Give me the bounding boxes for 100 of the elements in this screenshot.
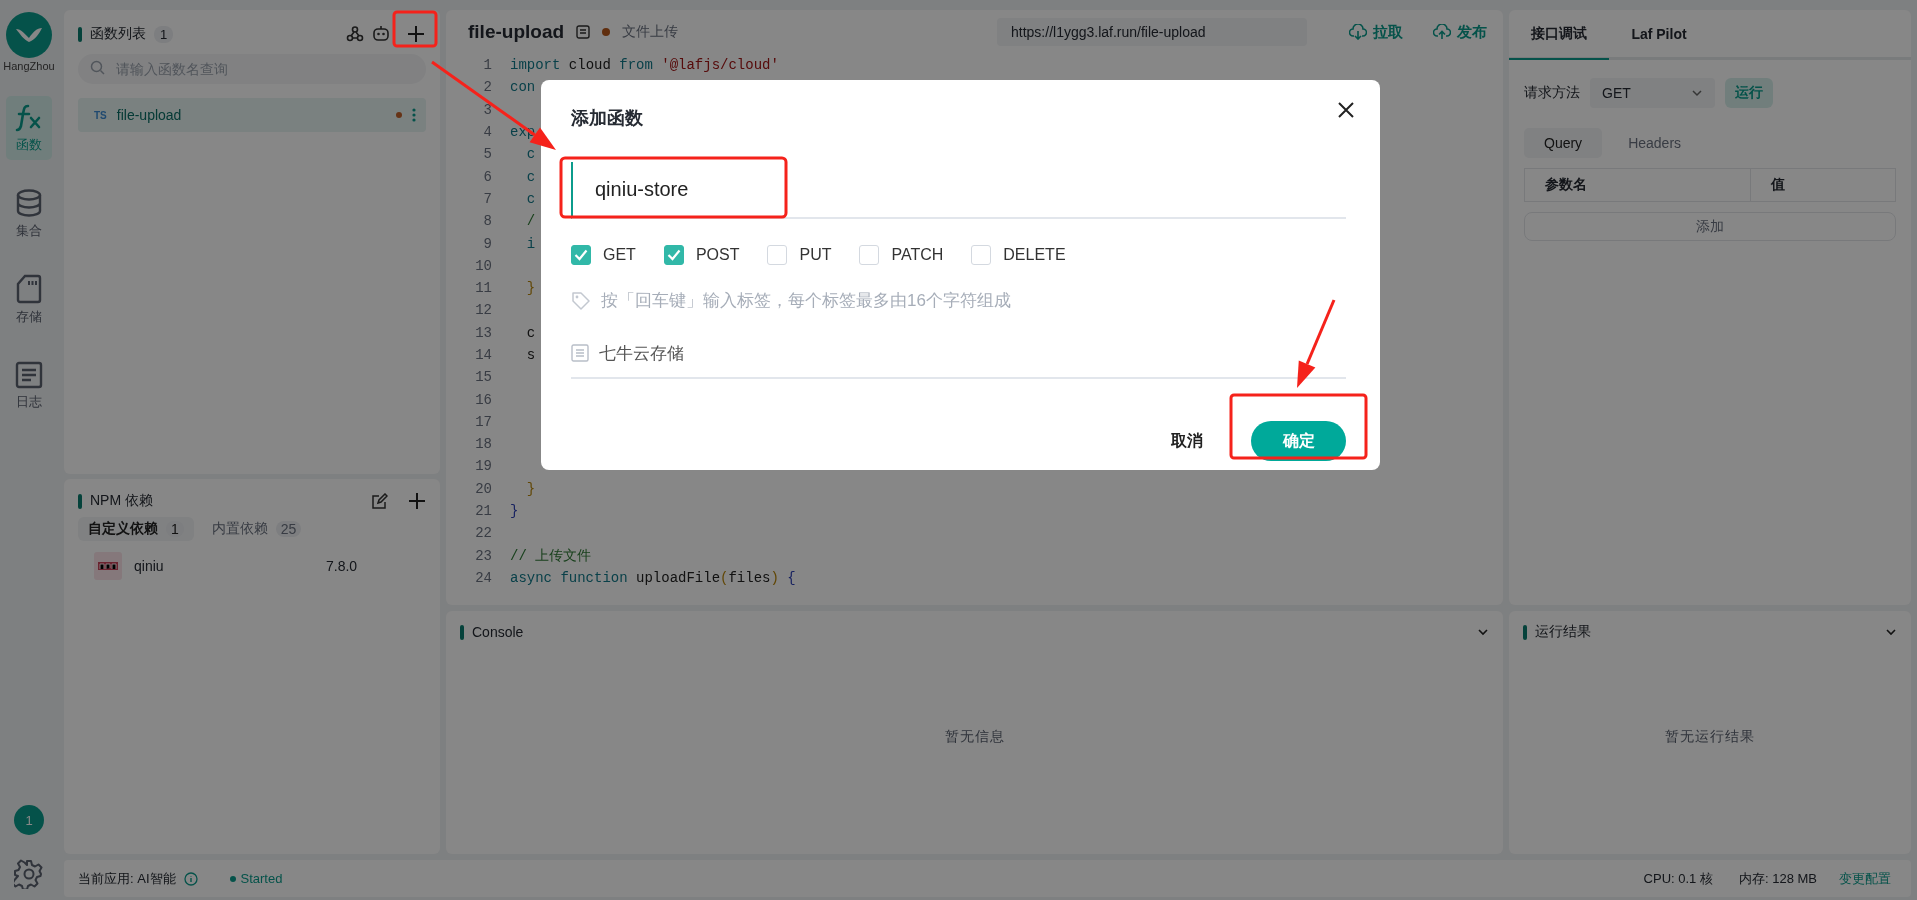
- url-field[interactable]: https://l1ygg3.laf.run/file-upload: [997, 18, 1307, 46]
- npm-icon: [94, 552, 122, 580]
- nav-item[interactable]: 函数: [6, 96, 52, 160]
- checkbox[interactable]: [663, 245, 684, 265]
- line-number: 2: [482, 79, 492, 96]
- code-line: }: [525, 280, 536, 297]
- nav-item[interactable]: 存储: [6, 268, 52, 332]
- package-name: qiniu: [134, 558, 165, 574]
- document-icon: [15, 361, 43, 389]
- param-tab[interactable]: Query: [1524, 128, 1603, 158]
- cpu-usage: CPU: 0.1 核: [1643, 869, 1713, 888]
- checkbox-label: PUT: [799, 246, 832, 264]
- chevron-down-icon[interactable]: [1885, 628, 1897, 636]
- function-name: file-upload: [116, 107, 183, 123]
- code-line: c: [525, 168, 536, 185]
- line-number: 9: [482, 235, 492, 252]
- nav-item[interactable]: 日志: [6, 354, 52, 418]
- panel-title: Console: [472, 624, 524, 640]
- code-line: import cloud from '@lafjs/cloud': [510, 57, 779, 74]
- column-header: 参数名: [1544, 175, 1588, 194]
- line-number: 23: [474, 547, 492, 564]
- checkbox[interactable]: [859, 245, 880, 265]
- checkbox-label: POST: [695, 246, 740, 264]
- add-icon[interactable]: [406, 24, 426, 44]
- chevron-down-icon[interactable]: [1477, 628, 1489, 636]
- empty-message: 暂无运行结果: [1665, 727, 1755, 746]
- line-number: 3: [482, 101, 492, 118]
- language-tag: TS: [94, 109, 107, 121]
- line-number: 10: [474, 257, 492, 274]
- cloud-upload-icon: [1433, 24, 1451, 40]
- nav-item[interactable]: 集合: [6, 182, 52, 246]
- close-icon[interactable]: [1338, 102, 1354, 118]
- empty-message: 暂无信息: [944, 727, 1005, 746]
- line-number: 6: [482, 168, 492, 185]
- package-version: 7.8.0: [326, 558, 358, 574]
- pull-button[interactable]: 拉取: [1349, 22, 1403, 42]
- tag-icon: [571, 291, 591, 311]
- sd-card-icon: [16, 274, 42, 304]
- checkbox-label: GET: [603, 246, 636, 264]
- robot-icon[interactable]: [372, 25, 390, 43]
- add-button[interactable]: 添加: [1524, 212, 1896, 241]
- cloud-download-icon: [1349, 24, 1367, 40]
- location-label: HangZhou: [3, 60, 55, 72]
- function-description: 文件上传: [622, 23, 679, 41]
- code-line: s: [525, 347, 536, 363]
- edit-icon[interactable]: [371, 492, 388, 510]
- line-number: 16: [474, 391, 492, 408]
- code-line: c: [525, 146, 536, 163]
- checkbox[interactable]: [767, 245, 788, 265]
- line-number: 20: [474, 480, 492, 497]
- column-header: 值: [1750, 169, 1895, 201]
- method-select[interactable]: GET: [1590, 78, 1715, 108]
- code-line: c: [525, 324, 536, 341]
- code-line: c: [525, 190, 536, 207]
- panel-tab[interactable]: 接口调试: [1509, 10, 1609, 60]
- more-icon[interactable]: [412, 108, 416, 122]
- function-item[interactable]: TS file-upload: [78, 98, 426, 132]
- panel-tab[interactable]: Laf Pilot: [1609, 10, 1709, 60]
- notification-badge[interactable]: 1: [14, 805, 44, 835]
- checkbox[interactable]: [971, 245, 992, 265]
- info-icon[interactable]: [183, 871, 198, 886]
- line-number: 17: [474, 413, 492, 430]
- line-number: 18: [474, 436, 492, 453]
- document-icon[interactable]: [576, 25, 591, 39]
- dependency-tab[interactable]: 自定义依赖 1: [78, 517, 194, 541]
- dependency-tab[interactable]: 内置依赖 25: [201, 517, 312, 541]
- line-number: 19: [474, 458, 492, 475]
- checkbox-label: PATCH: [891, 246, 944, 264]
- line-number: 12: [474, 302, 492, 319]
- name-field[interactable]: qiniu-store: [571, 162, 1346, 219]
- line-number: 24: [474, 569, 492, 586]
- line-number: 8: [482, 213, 492, 230]
- line-number: 5: [482, 146, 492, 163]
- field-label: 请求方法: [1524, 84, 1580, 102]
- code-line: }: [510, 503, 519, 520]
- webhook-icon[interactable]: [346, 25, 364, 43]
- code-line: }: [525, 480, 536, 497]
- param-tab[interactable]: Headers: [1608, 128, 1702, 158]
- panel-title: 函数列表: [90, 25, 146, 43]
- config-link[interactable]: 变更配置: [1839, 869, 1891, 888]
- highlight-box: [392, 10, 438, 48]
- line-number: 4: [482, 124, 492, 141]
- logo-icon: [6, 12, 52, 58]
- line-number: 1: [482, 57, 492, 74]
- code-line: // 上传文件: [510, 546, 592, 565]
- line-number: 15: [474, 369, 492, 386]
- document-icon: [571, 344, 589, 362]
- line-number: 7: [482, 190, 492, 207]
- line-number: 22: [474, 525, 492, 542]
- settings-icon[interactable]: [14, 859, 44, 889]
- confirm-button[interactable]: 确定: [1251, 421, 1346, 461]
- checkbox[interactable]: [571, 245, 591, 265]
- run-button[interactable]: 运行: [1725, 78, 1773, 108]
- cancel-button[interactable]: 取消: [1165, 429, 1209, 453]
- add-icon[interactable]: [408, 492, 426, 510]
- code-line: con: [510, 79, 536, 96]
- memory-usage: 内存: 128 MB: [1738, 869, 1817, 888]
- checkbox-label: DELETE: [1003, 246, 1066, 264]
- publish-button[interactable]: 发布: [1433, 22, 1487, 42]
- code-line: i: [525, 235, 536, 252]
